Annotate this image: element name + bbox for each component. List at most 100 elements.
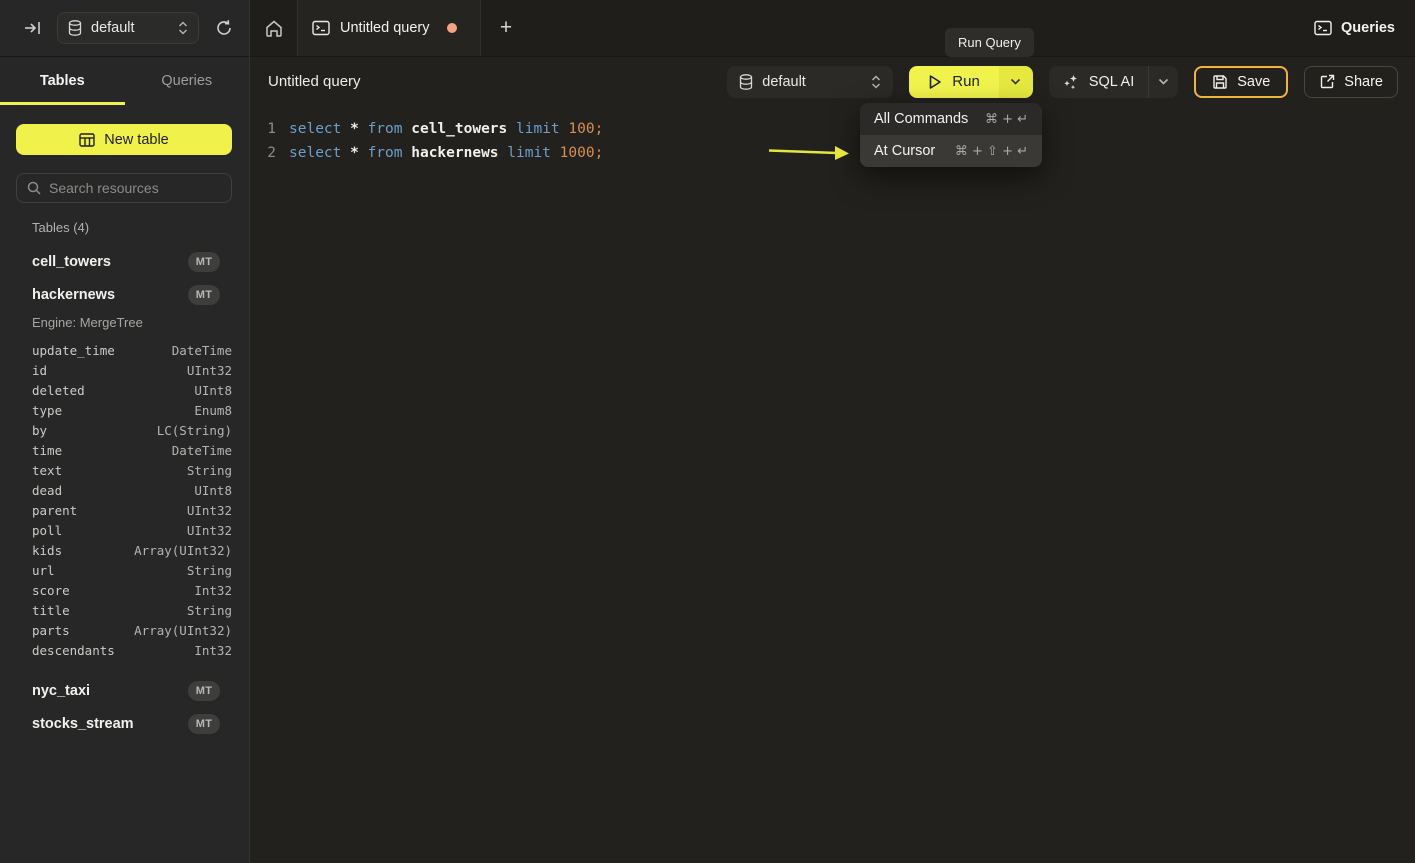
column-type: UInt8 <box>194 483 232 498</box>
sidebar-collapse-icon <box>24 21 41 35</box>
column-type: String <box>187 463 232 478</box>
run-split-button: Run <box>909 66 1033 98</box>
share-button[interactable]: Share <box>1304 66 1398 98</box>
queries-icon <box>1314 20 1332 36</box>
tab-label: Untitled query <box>340 20 429 36</box>
table-row-nyc-taxi[interactable]: nyc_taxi MT <box>0 674 249 707</box>
run-button[interactable]: Run <box>909 66 999 98</box>
column-row[interactable]: partsArray(UInt32) <box>0 620 249 640</box>
table-name: stocks_stream <box>32 716 134 732</box>
column-type: String <box>187 563 232 578</box>
chevron-down-icon <box>1158 78 1169 85</box>
new-table-button[interactable]: New table <box>16 124 232 155</box>
table-row-cell-towers[interactable]: cell_towers MT <box>0 245 249 278</box>
search-input[interactable] <box>49 180 221 196</box>
unsaved-dot <box>447 23 457 33</box>
toolbar-database-selector[interactable]: default <box>727 66 893 98</box>
engine-badge: MT <box>188 681 220 701</box>
database-icon <box>739 74 753 90</box>
save-button-label: Save <box>1237 74 1270 90</box>
column-name: parts <box>32 623 70 638</box>
run-options-menu: All Commands ⌘ + ↵ At Cursor ⌘ + ⇧ + ↵ <box>860 103 1042 167</box>
plus-icon: + <box>500 16 512 40</box>
sidebar-tab-tables-label: Tables <box>40 73 85 89</box>
queries-button[interactable]: Queries <box>1294 0 1415 56</box>
sql-editor[interactable]: 1select * from cell_towers limit 100;2se… <box>250 106 1415 863</box>
new-tab-button[interactable]: + <box>481 0 531 56</box>
code-text: select * from cell_towers limit 100; <box>289 117 603 141</box>
column-name: type <box>32 403 62 418</box>
table-row-stocks-stream[interactable]: stocks_stream MT <box>0 707 249 740</box>
menu-item-label: At Cursor <box>874 143 935 159</box>
sql-ai-button[interactable]: SQL AI <box>1049 66 1148 98</box>
column-name: time <box>32 443 62 458</box>
engine-label: Engine: MergeTree <box>0 311 249 333</box>
column-type: UInt32 <box>187 503 232 518</box>
column-row[interactable]: time DateTime <box>0 440 249 460</box>
column-type: Int32 <box>194 583 232 598</box>
main-area: Untitled query + Queries Untitled query … <box>250 0 1415 863</box>
menu-item-shortcut: ⌘ + ↵ <box>985 112 1028 127</box>
queries-button-label: Queries <box>1341 20 1395 36</box>
column-name: update_time <box>32 343 115 358</box>
collapse-sidebar-button[interactable] <box>22 19 43 37</box>
table-row-hackernews[interactable]: hackernews MT <box>0 278 249 311</box>
sidebar-tab-queries-label: Queries <box>161 73 212 89</box>
column-name: score <box>32 583 70 598</box>
menu-item-all-commands[interactable]: All Commands ⌘ + ↵ <box>860 103 1042 135</box>
updown-chevron-icon <box>871 75 881 89</box>
column-name: by <box>32 423 47 438</box>
column-row[interactable]: pollUInt32 <box>0 520 249 540</box>
sparkles-icon <box>1063 74 1079 90</box>
sidebar-tab-queries[interactable]: Queries <box>125 57 250 105</box>
chevron-down-icon <box>1010 78 1021 85</box>
column-row[interactable]: update_time DateTime <box>0 340 249 360</box>
column-row[interactable]: deleted UInt8 <box>0 380 249 400</box>
terminal-icon <box>312 20 330 36</box>
menu-item-at-cursor[interactable]: At Cursor ⌘ + ⇧ + ↵ <box>860 135 1042 167</box>
save-button[interactable]: Save <box>1194 66 1288 98</box>
column-type: LC(String) <box>157 423 232 438</box>
sql-ai-options-button[interactable] <box>1148 66 1178 98</box>
search-box <box>16 173 232 203</box>
column-type: Enum8 <box>194 403 232 418</box>
toolbar-database-value: default <box>762 74 806 90</box>
column-type: UInt32 <box>187 523 232 538</box>
column-type: DateTime <box>172 443 232 458</box>
code-line[interactable]: 1select * from cell_towers limit 100; <box>250 117 1415 141</box>
column-name: descendants <box>32 643 115 658</box>
column-row[interactable]: kidsArray(UInt32) <box>0 540 249 560</box>
column-type: DateTime <box>172 343 232 358</box>
share-button-label: Share <box>1344 74 1383 90</box>
sidebar-database-selector[interactable]: default <box>57 12 199 44</box>
save-icon <box>1212 74 1228 90</box>
engine-badge: MT <box>188 252 220 272</box>
column-name: text <box>32 463 62 478</box>
column-row[interactable]: parentUInt32 <box>0 500 249 520</box>
sidebar-database-value: default <box>91 20 135 36</box>
line-number: 2 <box>250 141 276 165</box>
engine-badge: MT <box>188 714 220 734</box>
column-type: Array(UInt32) <box>134 543 232 558</box>
sql-ai-button-label: SQL AI <box>1089 74 1134 90</box>
column-row[interactable]: text String <box>0 460 249 480</box>
column-row[interactable]: urlString <box>0 560 249 580</box>
column-row[interactable]: type Enum8 <box>0 400 249 420</box>
sidebar-tab-tables[interactable]: Tables <box>0 57 125 105</box>
refresh-button[interactable] <box>213 17 235 39</box>
column-name: deleted <box>32 383 85 398</box>
code-line[interactable]: 2select * from hackernews limit 1000; <box>250 141 1415 165</box>
run-options-button[interactable] <box>999 66 1033 98</box>
column-row[interactable]: titleString <box>0 600 249 620</box>
column-name: title <box>32 603 70 618</box>
query-toolbar: Untitled query default Run <box>250 57 1415 106</box>
column-row[interactable]: by LC(String) <box>0 420 249 440</box>
column-row[interactable]: idUInt32 <box>0 360 249 380</box>
tab-untitled-query[interactable]: Untitled query <box>297 0 481 56</box>
home-tab[interactable] <box>250 0 297 56</box>
column-row[interactable]: descendantsInt32 <box>0 640 249 660</box>
column-type: UInt8 <box>194 383 232 398</box>
column-row[interactable]: score Int32 <box>0 580 249 600</box>
database-icon <box>68 20 82 36</box>
column-row[interactable]: deadUInt8 <box>0 480 249 500</box>
